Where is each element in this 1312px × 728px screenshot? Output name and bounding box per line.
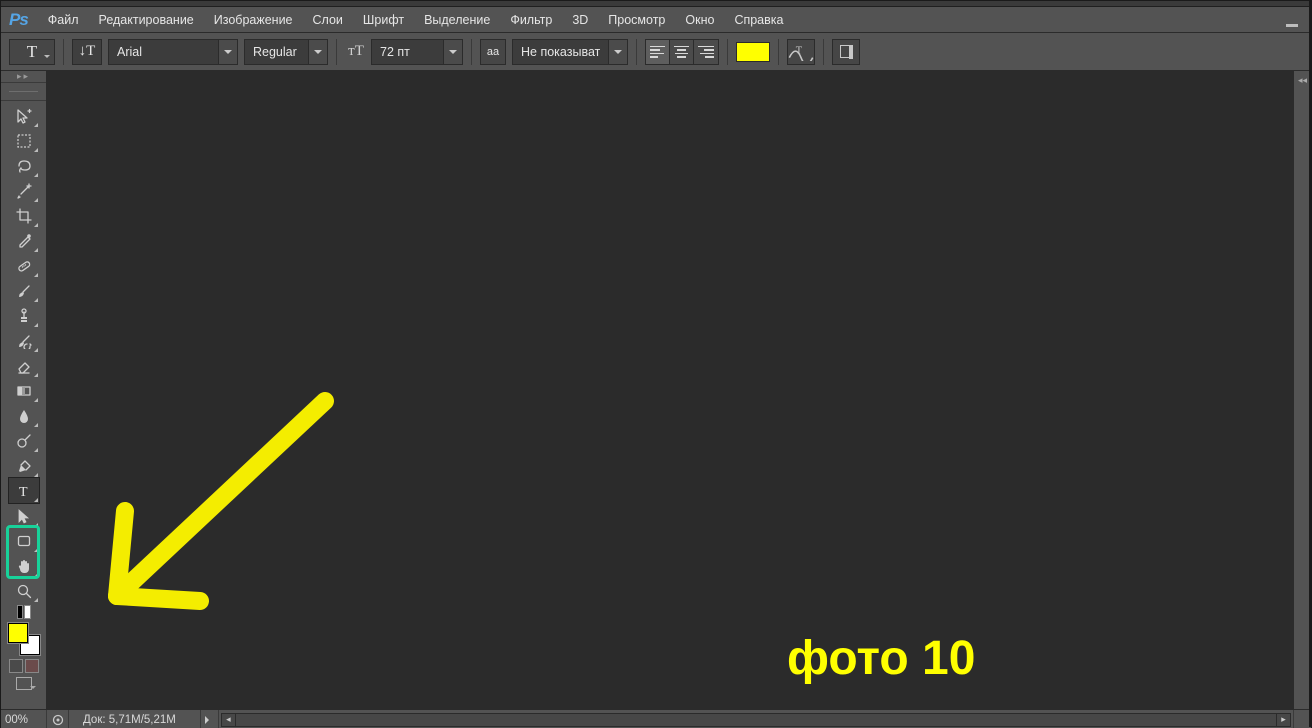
hand-tool[interactable] <box>9 553 39 578</box>
lasso-tool[interactable] <box>9 153 39 178</box>
window-minimize-button[interactable] <box>1279 11 1305 29</box>
warp-text-button[interactable]: T <box>787 39 815 65</box>
menu-image[interactable]: Изображение <box>204 9 303 31</box>
screen-mode-button[interactable] <box>1 677 46 690</box>
gradient-tool[interactable] <box>9 378 39 403</box>
text-orientation-button[interactable]: ↓T <box>72 39 102 65</box>
toolbar-grip[interactable]: ▸▸ <box>1 71 46 83</box>
pen-tool[interactable] <box>9 453 39 478</box>
menu-window[interactable]: Окно <box>675 9 724 31</box>
type-tool[interactable]: T <box>9 478 39 503</box>
zoom-level[interactable]: 00% <box>1 710 47 728</box>
warp-text-icon: T <box>788 42 814 60</box>
font-size-input[interactable] <box>371 39 443 65</box>
options-bar: T ↓T тT aa <box>1 33 1311 71</box>
dropdown-arrow-icon[interactable] <box>218 39 238 65</box>
text-color-swatch[interactable] <box>736 42 770 62</box>
crop-tool[interactable] <box>9 203 39 228</box>
status-bar: 00% Док: 5,71M/5,21M ◂ ▸ <box>1 709 1311 728</box>
rectangle-tool[interactable] <box>9 528 39 553</box>
zoom-tool[interactable] <box>9 578 39 603</box>
path-select-tool[interactable] <box>9 503 39 528</box>
separator <box>823 39 824 65</box>
toolbar-separator <box>1 83 46 101</box>
font-style-input[interactable] <box>244 39 308 65</box>
screen-mode-icon <box>16 677 32 690</box>
toggle-panels-button[interactable] <box>832 39 860 65</box>
expand-panels-icon[interactable]: ◂◂ <box>1298 75 1307 86</box>
menu-3d[interactable]: 3D <box>562 9 598 31</box>
menu-layers[interactable]: Слои <box>303 9 353 31</box>
svg-text:T: T <box>19 485 28 499</box>
eyedropper-tool[interactable] <box>9 228 39 253</box>
eraser-tool[interactable] <box>9 353 39 378</box>
status-menu-button[interactable] <box>201 710 219 728</box>
magic-wand-tool[interactable] <box>9 178 39 203</box>
horizontal-scrollbar[interactable]: ◂ ▸ <box>221 713 1291 727</box>
antialias-icon: aa <box>480 39 506 65</box>
separator <box>778 39 779 65</box>
menu-file[interactable]: Файл <box>38 9 89 31</box>
separator <box>727 39 728 65</box>
antialias-dropdown[interactable] <box>512 39 628 65</box>
history-brush-tool[interactable] <box>9 328 39 353</box>
app-logo: Ps <box>9 10 28 30</box>
brush-tool[interactable] <box>9 278 39 303</box>
font-family-input[interactable] <box>108 39 218 65</box>
text-align-group <box>645 39 719 65</box>
font-size-icon: тT <box>345 43 367 60</box>
annotation-arrow <box>75 391 335 631</box>
blur-tool[interactable] <box>9 403 39 428</box>
document-size[interactable]: Док: 5,71M/5,21M <box>69 710 201 728</box>
standard-mode-button[interactable] <box>9 659 23 673</box>
canvas-area[interactable]: фото 10 <box>47 71 1293 709</box>
scroll-left-button[interactable]: ◂ <box>222 714 236 726</box>
align-left-button[interactable] <box>646 40 670 64</box>
separator <box>636 39 637 65</box>
menu-help[interactable]: Справка <box>724 9 793 31</box>
font-style-dropdown[interactable] <box>244 39 328 65</box>
color-wells <box>8 623 40 655</box>
menu-view[interactable]: Просмотр <box>598 9 675 31</box>
font-family-dropdown[interactable] <box>108 39 238 65</box>
menu-edit[interactable]: Редактирование <box>89 9 204 31</box>
annotation-label: фото 10 <box>787 631 975 686</box>
font-size-dropdown[interactable] <box>371 39 463 65</box>
move-tool[interactable] <box>9 103 39 128</box>
menu-type[interactable]: Шрифт <box>353 9 414 31</box>
menu-filter[interactable]: Фильтр <box>500 9 562 31</box>
dodge-tool[interactable] <box>9 428 39 453</box>
tools-panel: ▸▸ T <box>1 71 47 709</box>
menu-bar: Ps Файл Редактирование Изображение Слои … <box>1 7 1311 33</box>
dropdown-arrow-icon[interactable] <box>608 39 628 65</box>
quick-mask-button[interactable] <box>25 659 39 673</box>
separator <box>471 39 472 65</box>
separator <box>336 39 337 65</box>
default-colors-button[interactable] <box>17 605 31 619</box>
align-right-button[interactable] <box>694 40 718 64</box>
menu-select[interactable]: Выделение <box>414 9 500 31</box>
preview-icon[interactable] <box>47 710 69 728</box>
separator <box>63 39 64 65</box>
antialias-input[interactable] <box>512 39 608 65</box>
foreground-color-swatch[interactable] <box>8 623 28 643</box>
dropdown-arrow-icon[interactable] <box>443 39 463 65</box>
svg-text:T: T <box>796 46 803 57</box>
scroll-right-button[interactable]: ▸ <box>1276 714 1290 726</box>
marquee-tool[interactable] <box>9 128 39 153</box>
healing-brush-tool[interactable] <box>9 253 39 278</box>
align-center-button[interactable] <box>670 40 694 64</box>
dropdown-arrow-icon[interactable] <box>308 39 328 65</box>
tool-preset-picker[interactable]: T <box>9 39 55 65</box>
clone-stamp-tool[interactable] <box>9 303 39 328</box>
panels-icon <box>840 45 853 58</box>
